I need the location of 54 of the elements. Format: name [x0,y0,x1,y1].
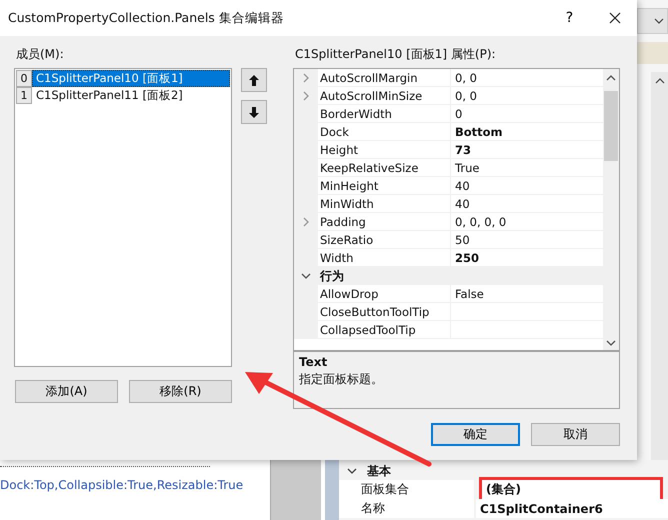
description-title: Text [299,355,328,369]
move-down-button[interactable] [241,100,267,124]
add-button[interactable]: 添加(A) [15,380,118,403]
property-name: CollapsedToolTip [318,321,451,339]
chevron-down-icon [654,18,664,24]
scrollbar-thumb[interactable] [604,91,618,161]
close-icon [608,12,620,24]
property-name: Height [318,141,451,159]
panel-caption: Dock:Top,Collapsible:True,Resizable:True [0,478,244,492]
chevron-right-icon[interactable] [303,217,309,227]
index-label: 1 [16,87,32,104]
property-name: AutoScrollMinSize [318,87,451,105]
property-name: MinWidth [318,195,451,213]
property-name: SizeRatio [318,231,451,249]
scrollbar[interactable] [651,72,668,460]
member-item[interactable]: C1SplitterPanel10 [面板1] [32,70,230,87]
help-button[interactable]: ? [547,0,592,36]
ok-button[interactable]: 确定 [431,423,520,446]
property-name: MinHeight [318,177,451,195]
chevron-up-icon [606,75,616,81]
property-name: Padding [318,213,451,231]
property-name: KeepRelativeSize [318,159,451,177]
scrollbar[interactable] [603,69,619,350]
index-label: 0 [16,70,32,87]
property-value[interactable]: C1SplitContainer6 [476,499,668,518]
cancel-button[interactable]: 取消 [531,423,620,446]
property-name: BorderWidth [318,105,451,123]
remove-button[interactable]: 移除(R) [129,380,232,403]
category-name: 基本 [367,462,391,480]
chevron-down-icon[interactable] [347,468,357,474]
property-name: AllowDrop [318,285,451,303]
dropdown[interactable] [637,8,668,34]
arrow-up-icon [249,74,259,86]
chevron-down-icon [606,340,616,346]
member-item[interactable]: C1SplitterPanel11 [面板2] [32,87,230,104]
description-text: 指定面板标题。 [299,371,384,388]
chevron-up-icon [654,78,664,84]
properties-label: C1SplitterPanel10 [面板1] 属性(P): [294,46,497,62]
category-name[interactable]: 行为 [318,267,344,285]
chevron-down-icon[interactable] [301,273,311,279]
splitter-panel [270,460,321,520]
toolbar-strip [637,42,668,64]
property-name: AutoScrollMargin [318,69,451,87]
category-row[interactable]: 基本 [339,462,668,480]
arrow-down-icon [249,106,259,118]
splitter-panel [325,460,339,520]
move-up-button[interactable] [241,68,267,92]
property-name: Dock [318,123,451,141]
property-value[interactable]: (集合) [482,480,660,499]
property-name: 名称 [339,499,474,518]
property-name: CloseButtonToolTip [318,303,451,321]
window-title: CustomPropertyCollection.Panels 集合编辑器 [8,10,285,26]
members-label: 成员(M): [15,46,65,62]
property-name: 面板集合 [339,480,474,499]
